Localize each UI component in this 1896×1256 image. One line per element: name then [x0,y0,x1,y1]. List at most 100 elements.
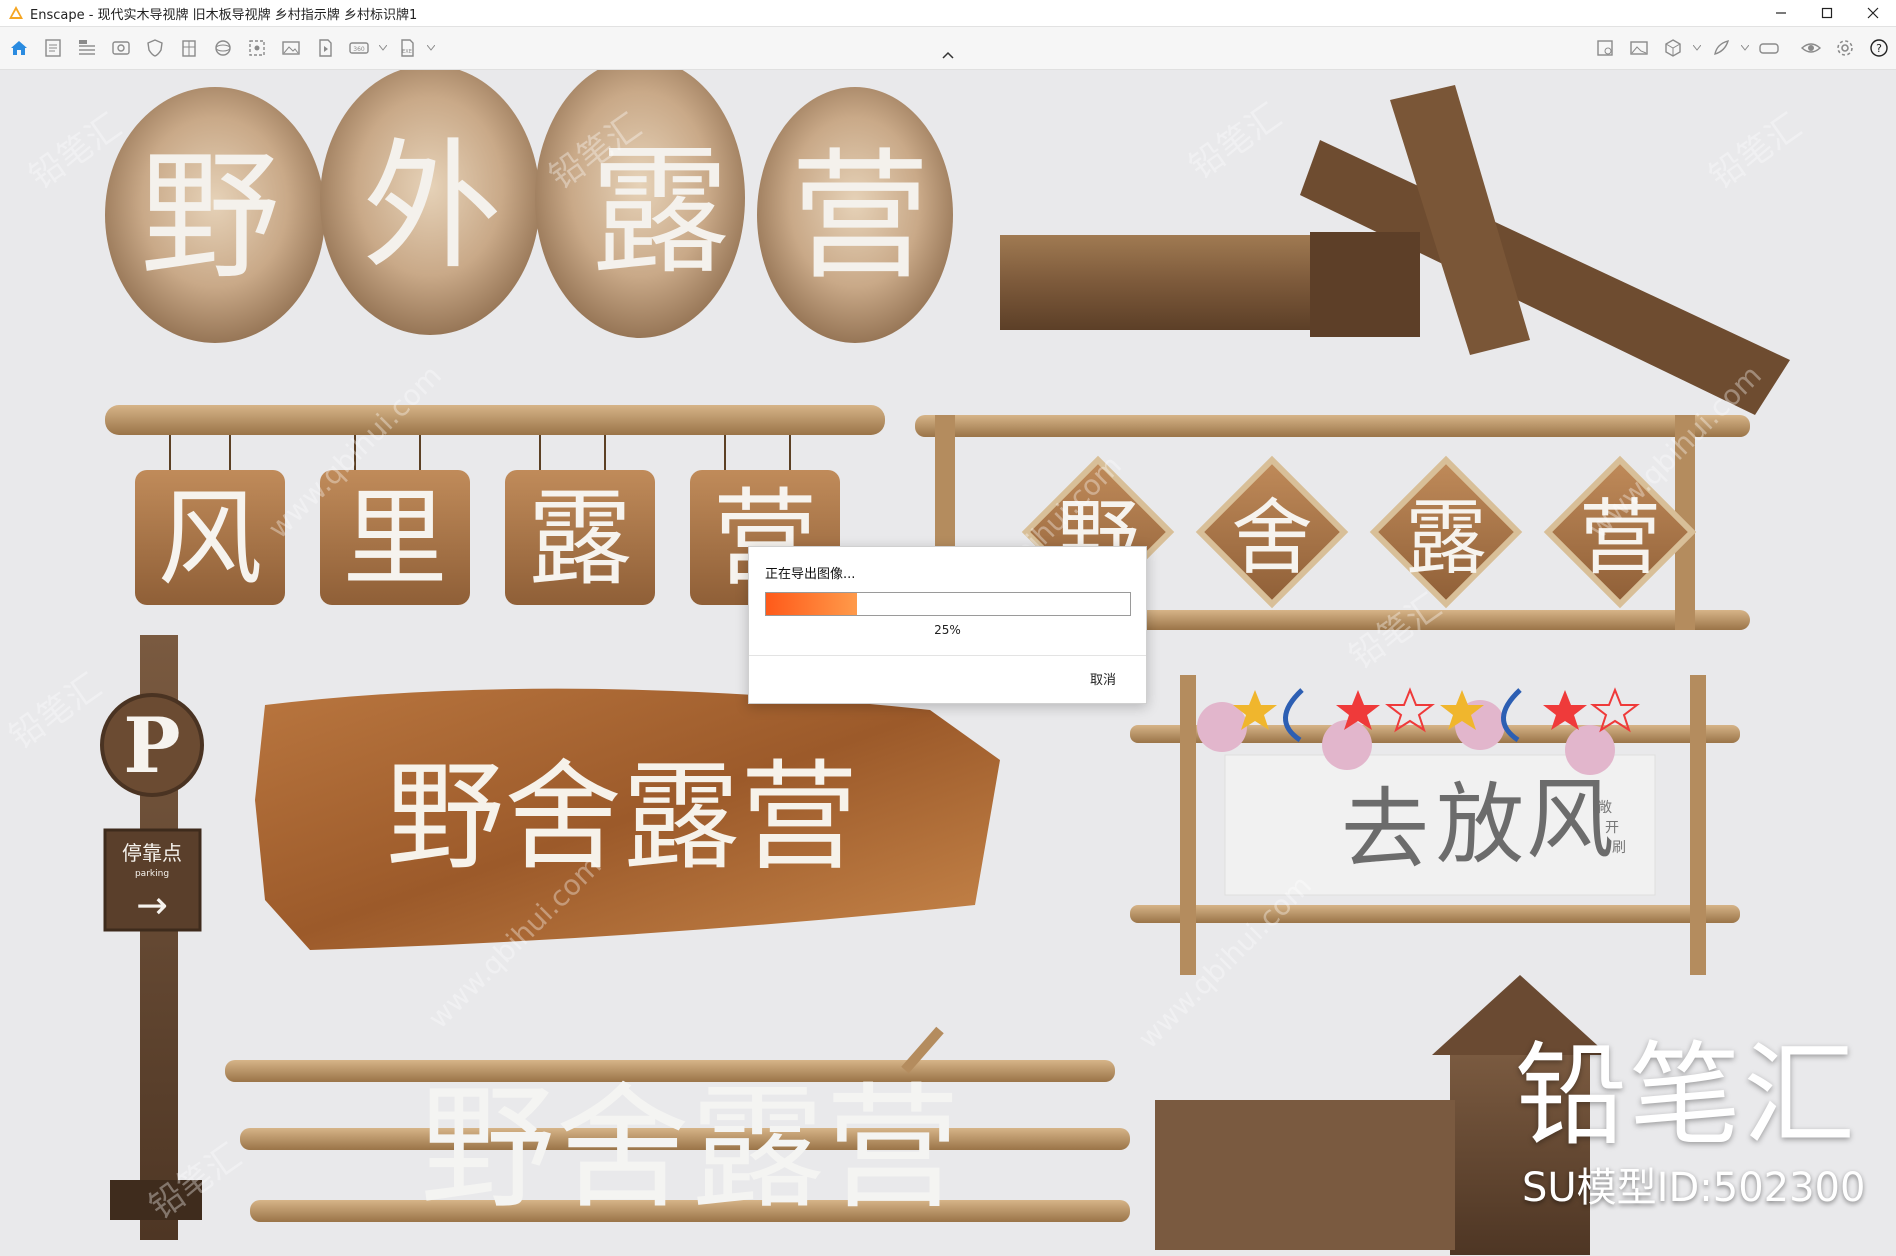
video-button[interactable] [308,31,342,65]
maximize-button[interactable] [1804,0,1850,26]
crossed-logs [1000,85,1790,415]
media-button[interactable] [104,31,138,65]
view-button[interactable] [1794,31,1828,65]
sign-char: 露 [527,478,632,600]
building-button[interactable] [172,31,206,65]
sign-char: 风 [157,478,262,600]
exe-dropdown[interactable] [424,31,438,65]
frame-top-rail [915,415,1750,437]
maximize-icon [1821,7,1833,19]
frame-post [1690,675,1706,975]
asset-library-button[interactable] [1656,31,1690,65]
sphere-button[interactable] [206,31,240,65]
gear-icon [1837,40,1853,56]
image-icon [282,41,300,55]
side-char: 刷 [1612,840,1626,856]
watermark-text: 铅笔汇 [2,666,108,757]
minimize-icon [1776,12,1786,14]
media-icon [112,41,130,55]
image-button[interactable] [274,31,308,65]
watermark-text: 铅笔汇 [1342,586,1448,677]
document-icon [45,39,61,57]
side-char: 敞 [1598,800,1612,816]
progress-fill [766,593,857,615]
bim-button[interactable] [70,31,104,65]
document-button[interactable] [36,31,70,65]
chevron-down-icon [1741,45,1749,51]
watermark-text: 铅笔汇 [1702,106,1808,197]
home-icon [11,41,27,55]
enscape-logo-icon [9,6,23,19]
toolbar-right-group: ? [1588,27,1896,69]
sign-big-board: 野舍露营 [255,688,1000,950]
sign-char: 里 [342,478,447,600]
hut-board [1155,1100,1455,1250]
parking-letter: P [123,701,180,790]
brand-watermark: 铅笔汇 [1515,1031,1857,1161]
visual-settings-button[interactable] [1588,31,1622,65]
image-export-button[interactable] [240,31,274,65]
exe-icon: EXE [401,39,414,57]
sign-char: 露 [1405,491,1487,586]
feather-icon [1714,39,1730,56]
chevron-down-icon [379,45,387,51]
video-icon [319,39,332,57]
screenshot-button[interactable] [1622,31,1656,65]
collapse-toolbar-button[interactable] [938,46,958,64]
star-shape [1385,687,1435,733]
side-char: 开 [1605,820,1619,836]
minimize-button[interactable] [1758,0,1804,26]
export-progress-dialog: 正在导出图像... 25% 取消 [748,546,1147,704]
shield-button[interactable] [138,31,172,65]
help-icon: ? [1870,39,1888,57]
sign-tree-slices: 野 外 露 营 [105,70,953,343]
window-controls [1758,0,1896,26]
parking-label: 停靠点 [122,841,182,865]
window-title: Enscape - 现代实木导视牌 旧木板导视牌 乡村指示牌 乡村标识牌1 [30,7,418,23]
parking-sign-post: P 停靠点 parking → [100,635,204,1240]
panorama-icon: 360 [349,42,369,54]
svg-text:?: ? [1876,42,1882,55]
home-button[interactable] [2,31,36,65]
star-shape [1590,687,1640,733]
visual-settings-icon [1597,40,1613,56]
help-button[interactable]: ? [1862,31,1896,65]
sign-char: 放 [1436,773,1524,876]
panorama-button[interactable]: 360 [342,31,376,65]
sign-text: 野舍露营 [420,1070,960,1227]
cancel-button[interactable]: 取消 [1090,669,1116,688]
arrow-right-icon: → [136,883,168,927]
star-shape [1543,690,1587,730]
sign-char: 风 [1526,768,1614,871]
progress-bar [765,592,1131,616]
panorama-dropdown[interactable] [376,31,390,65]
close-icon [1867,7,1879,19]
sphere-icon [215,40,231,56]
frame-post [1180,675,1196,975]
vr-icon [1759,43,1779,54]
sign-char: 去 [1341,778,1429,881]
parking-sublabel: parking [135,869,169,879]
cube-icon [1665,39,1681,57]
materials-button[interactable] [1704,31,1738,65]
vr-button[interactable] [1752,31,1786,65]
sign-char: 舍 [1231,491,1313,586]
hanging-pole [105,405,885,435]
shield-icon [147,39,163,57]
chevron-up-icon [942,51,954,59]
frame-bottom-rail [1130,905,1740,923]
chevron-down-icon [427,45,435,51]
exe-export-button[interactable]: EXE [390,31,424,65]
log-block [1310,232,1420,337]
image-icon [1630,41,1648,55]
settings-button[interactable] [1828,31,1862,65]
asset-dropdown[interactable] [1690,31,1704,65]
pink-ball [1565,725,1615,775]
title-bar: Enscape - 现代实木导视牌 旧木板导视牌 乡村指示牌 乡村标识牌1 [0,0,1896,27]
sign-stick-fence: 野舍露营 [225,1026,1130,1227]
model-id-label: SU模型ID:502300 [1522,1165,1866,1211]
sign-char: 外 [362,126,502,289]
svg-text:EXE: EXE [402,49,412,55]
materials-dropdown[interactable] [1738,31,1752,65]
close-button[interactable] [1850,0,1896,26]
